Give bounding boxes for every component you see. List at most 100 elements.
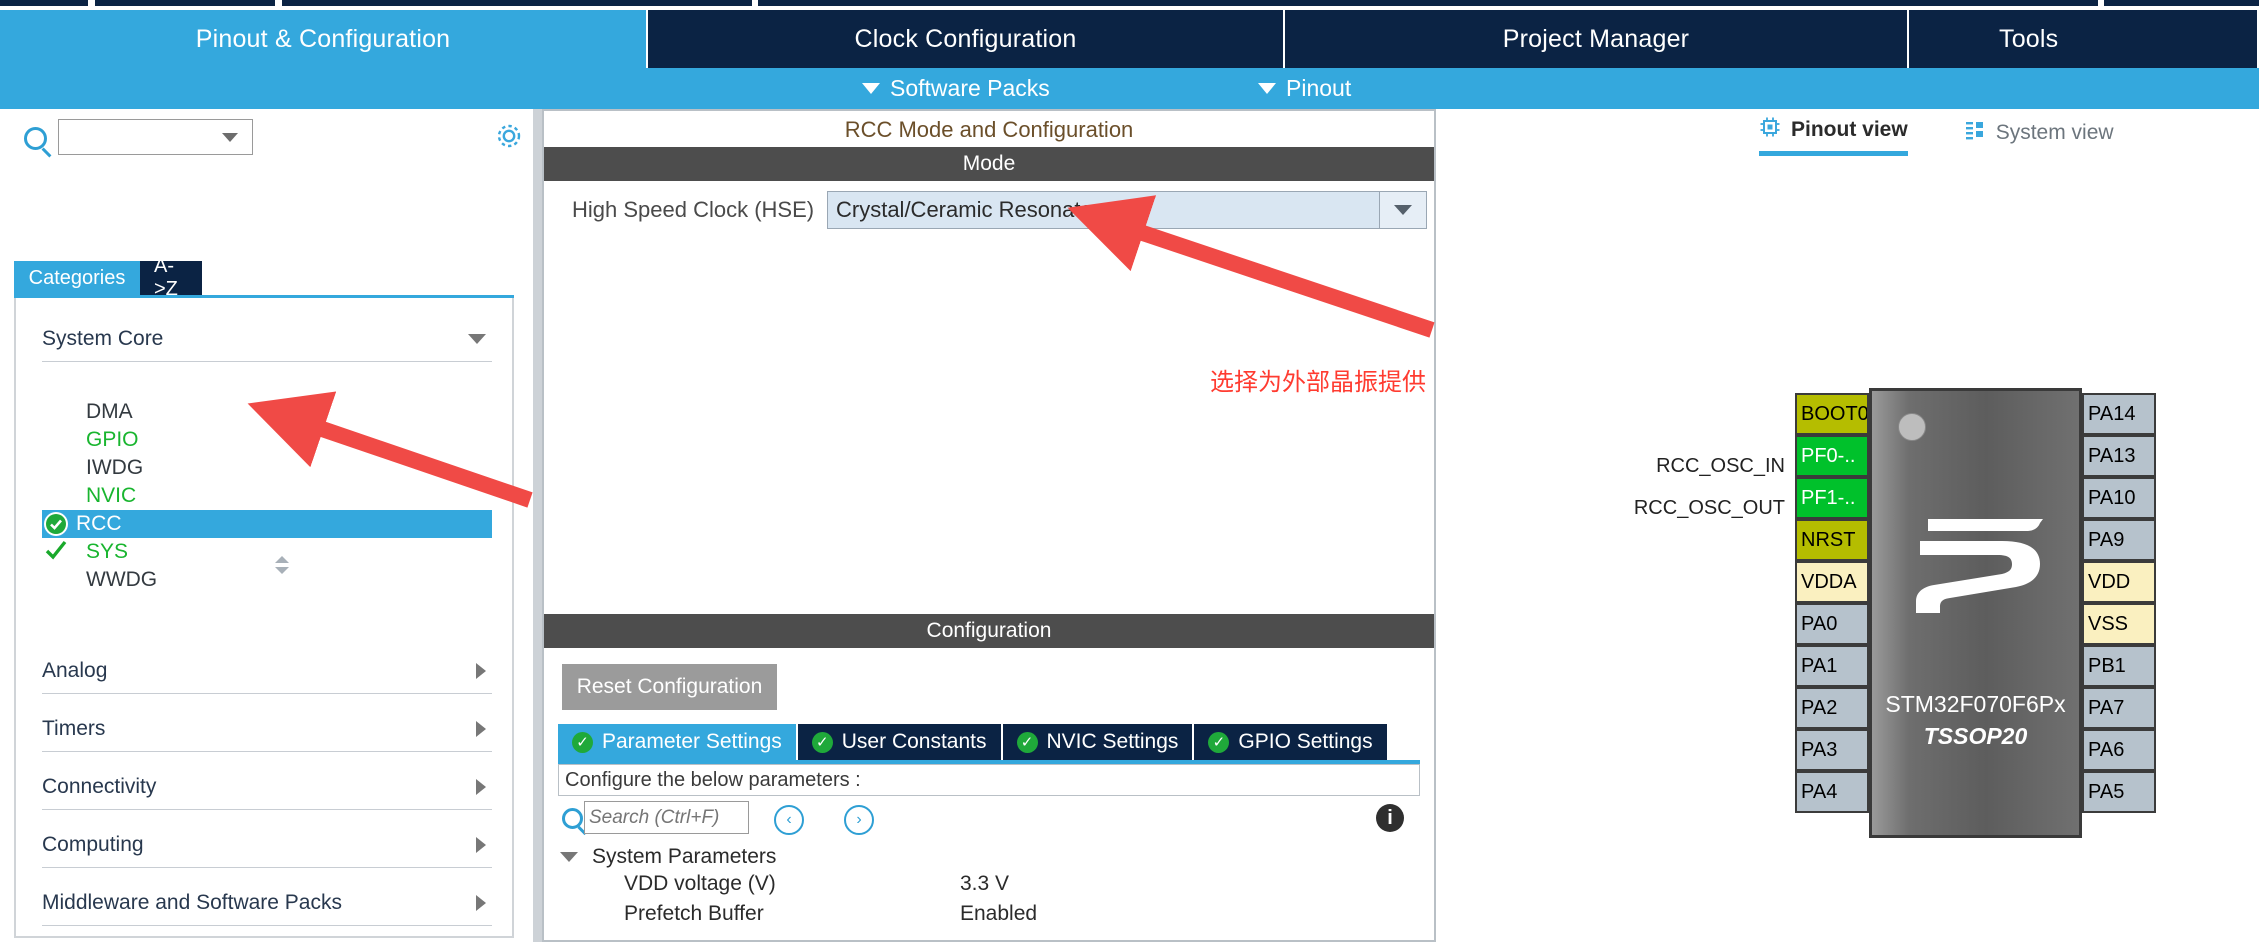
tab-a-to-z[interactable]: A->Z <box>140 255 202 300</box>
sidebar-group-connectivity[interactable]: Connectivity <box>42 764 492 810</box>
sidebar-group-system-core[interactable]: System Core <box>42 316 492 362</box>
chip-part-number: STM32F070F6Px <box>1885 691 2066 717</box>
secondary-menu-strip: Software Packs Pinout <box>0 68 2259 109</box>
pin-boot0[interactable]: BOOT0 <box>1795 393 1869 435</box>
pin-label: PA13 <box>2088 444 2136 467</box>
tab-parameter-settings[interactable]: ✓ Parameter Settings <box>558 724 798 760</box>
check-circle-icon: ✓ <box>572 731 593 753</box>
pin-vdd[interactable]: VDD <box>2082 561 2156 603</box>
sidebar-item-label: GPIO <box>86 428 139 451</box>
parameter-name: Prefetch Buffer <box>624 902 764 925</box>
parameter-value: Enabled <box>960 902 1038 925</box>
tab-gpio-settings[interactable]: ✓ GPIO Settings <box>1194 724 1387 760</box>
tab-clock-configuration[interactable]: Clock Configuration <box>648 10 1285 68</box>
section-label: Mode <box>962 152 1016 175</box>
search-input[interactable] <box>58 119 253 155</box>
pin-vss[interactable]: VSS <box>2082 603 2156 645</box>
pin-pa13[interactable]: PA13 <box>2082 435 2156 477</box>
search-icon <box>562 808 583 829</box>
pin-label: BOOT0 <box>1801 402 1869 425</box>
sidebar-group-timers[interactable]: Timers <box>42 706 492 752</box>
pin-pa9[interactable]: PA9 <box>2082 519 2156 561</box>
tab-label: Project Manager <box>1502 24 1690 53</box>
tab-nvic-settings[interactable]: ✓ NVIC Settings <box>1002 724 1195 760</box>
tab-pinout-configuration[interactable]: Pinout & Configuration <box>0 10 648 68</box>
pin-pa0[interactable]: PA0 <box>1795 603 1869 645</box>
pin-pa7[interactable]: PA7 <box>2082 687 2156 729</box>
pin-pa10[interactable]: PA10 <box>2082 477 2156 519</box>
tab-label: Clock Configuration <box>854 24 1077 53</box>
sidebar-group-middleware[interactable]: Middleware and Software Packs <box>42 880 492 926</box>
tab-label: Parameter Settings <box>602 730 782 753</box>
sidebar-tree: System Core DMA GPIO IWDG NVIC RCC SYS W… <box>14 298 514 938</box>
sidebar-item-gpio[interactable]: GPIO <box>42 426 492 454</box>
rcc-mode-config-panel: RCC Mode and Configuration Mode High Spe… <box>542 109 1436 942</box>
pin-pf0[interactable]: PF0-.. <box>1795 435 1869 477</box>
top-window-strip <box>0 0 2259 8</box>
vertical-splitter[interactable] <box>533 109 542 942</box>
sidebar-item-nvic[interactable]: NVIC <box>42 482 492 510</box>
pin1-marker-icon <box>1898 413 1926 441</box>
chevron-right-circle-icon[interactable]: › <box>844 805 874 835</box>
tab-label: User Constants <box>841 730 987 753</box>
pin-label: PA0 <box>1801 612 1838 635</box>
sidebar-item-sys[interactable]: SYS <box>42 538 492 566</box>
parameter-group-system-parameters[interactable]: System Parameters <box>560 842 1422 872</box>
sidebar-item-dma[interactable]: DMA <box>42 398 492 426</box>
tab-project-manager[interactable]: Project Manager <box>1285 10 1909 68</box>
tab-pinout-view[interactable]: Pinout view <box>1759 116 1908 156</box>
sidebar-group-computing[interactable]: Computing <box>42 822 492 868</box>
tab-system-view[interactable]: System view <box>1964 116 2114 156</box>
pin-pa2[interactable]: PA2 <box>1795 687 1869 729</box>
sidebar-item-label: DMA <box>86 400 133 423</box>
check-circle-icon <box>44 512 68 536</box>
pin-pa3[interactable]: PA3 <box>1795 729 1869 771</box>
sidebar-item-rcc[interactable]: RCC <box>42 510 492 538</box>
group-label: System Core <box>42 326 164 350</box>
chevron-down-icon[interactable] <box>1379 192 1426 228</box>
check-circle-icon: ✓ <box>1208 731 1230 753</box>
sidebar-group-analog[interactable]: Analog <box>42 648 492 694</box>
annotation-text: 选择为外部晶振提供 <box>1210 369 1426 396</box>
pin-pb1[interactable]: PB1 <box>2082 645 2156 687</box>
check-circle-icon: ✓ <box>811 731 833 753</box>
pin-pa6[interactable]: PA6 <box>2082 729 2156 771</box>
info-icon[interactable]: i <box>1376 804 1404 832</box>
parameter-row-prefetch-buffer[interactable]: Prefetch Buffer Enabled <box>560 902 1422 932</box>
pin-pa14[interactable]: PA14 <box>2082 393 2156 435</box>
tab-label: NVIC Settings <box>1046 730 1179 753</box>
chevron-down-icon <box>560 852 578 862</box>
pin-pa4[interactable]: PA4 <box>1795 771 1869 813</box>
tab-tools[interactable]: Tools <box>1909 10 2259 68</box>
pin-nrst[interactable]: NRST <box>1795 519 1869 561</box>
pin-pf1[interactable]: PF1-.. <box>1795 477 1869 519</box>
sidebar: Categories A->Z System Core DMA GPIO IWD… <box>0 109 528 942</box>
chevron-down-icon <box>222 133 238 142</box>
hse-select[interactable]: Crystal/Ceramic Resonator <box>827 191 1427 229</box>
chip-body: STM32F070F6Px TSSOP20 <box>1869 388 2082 838</box>
pin-pa1[interactable]: PA1 <box>1795 645 1869 687</box>
tab-label: Pinout view <box>1791 118 1908 141</box>
menu-pinout[interactable]: Pinout <box>1258 75 1351 102</box>
sidebar-item-iwdg[interactable]: IWDG <box>42 454 492 482</box>
pin-label: PA5 <box>2088 780 2125 803</box>
group-label: System Parameters <box>592 845 777 868</box>
pin-vdda[interactable]: VDDA <box>1795 561 1869 603</box>
check-circle-icon: ✓ <box>1016 731 1038 753</box>
menu-software-packs[interactable]: Software Packs <box>862 75 1050 102</box>
parameter-row-vdd-voltage[interactable]: VDD voltage (V) 3.3 V <box>560 872 1422 902</box>
chevron-down-icon <box>468 333 486 344</box>
sidebar-item-wwdg[interactable]: WWDG <box>42 566 492 594</box>
gear-icon[interactable] <box>492 119 526 153</box>
tab-user-constants[interactable]: ✓ User Constants <box>797 724 1003 760</box>
group-label: Computing <box>42 832 144 856</box>
pin-pa5[interactable]: PA5 <box>2082 771 2156 813</box>
parameter-search-input[interactable] <box>584 801 749 834</box>
sidebar-view-tabs: Categories A->Z <box>14 255 524 300</box>
tab-categories[interactable]: Categories <box>14 261 140 295</box>
panel-title: RCC Mode and Configuration <box>844 117 1134 142</box>
reset-configuration-button[interactable]: Reset Configuration <box>562 664 777 710</box>
chip-icon <box>1759 116 1781 144</box>
parameter-value: 3.3 V <box>960 872 1010 895</box>
chevron-left-circle-icon[interactable]: ‹ <box>774 805 804 835</box>
